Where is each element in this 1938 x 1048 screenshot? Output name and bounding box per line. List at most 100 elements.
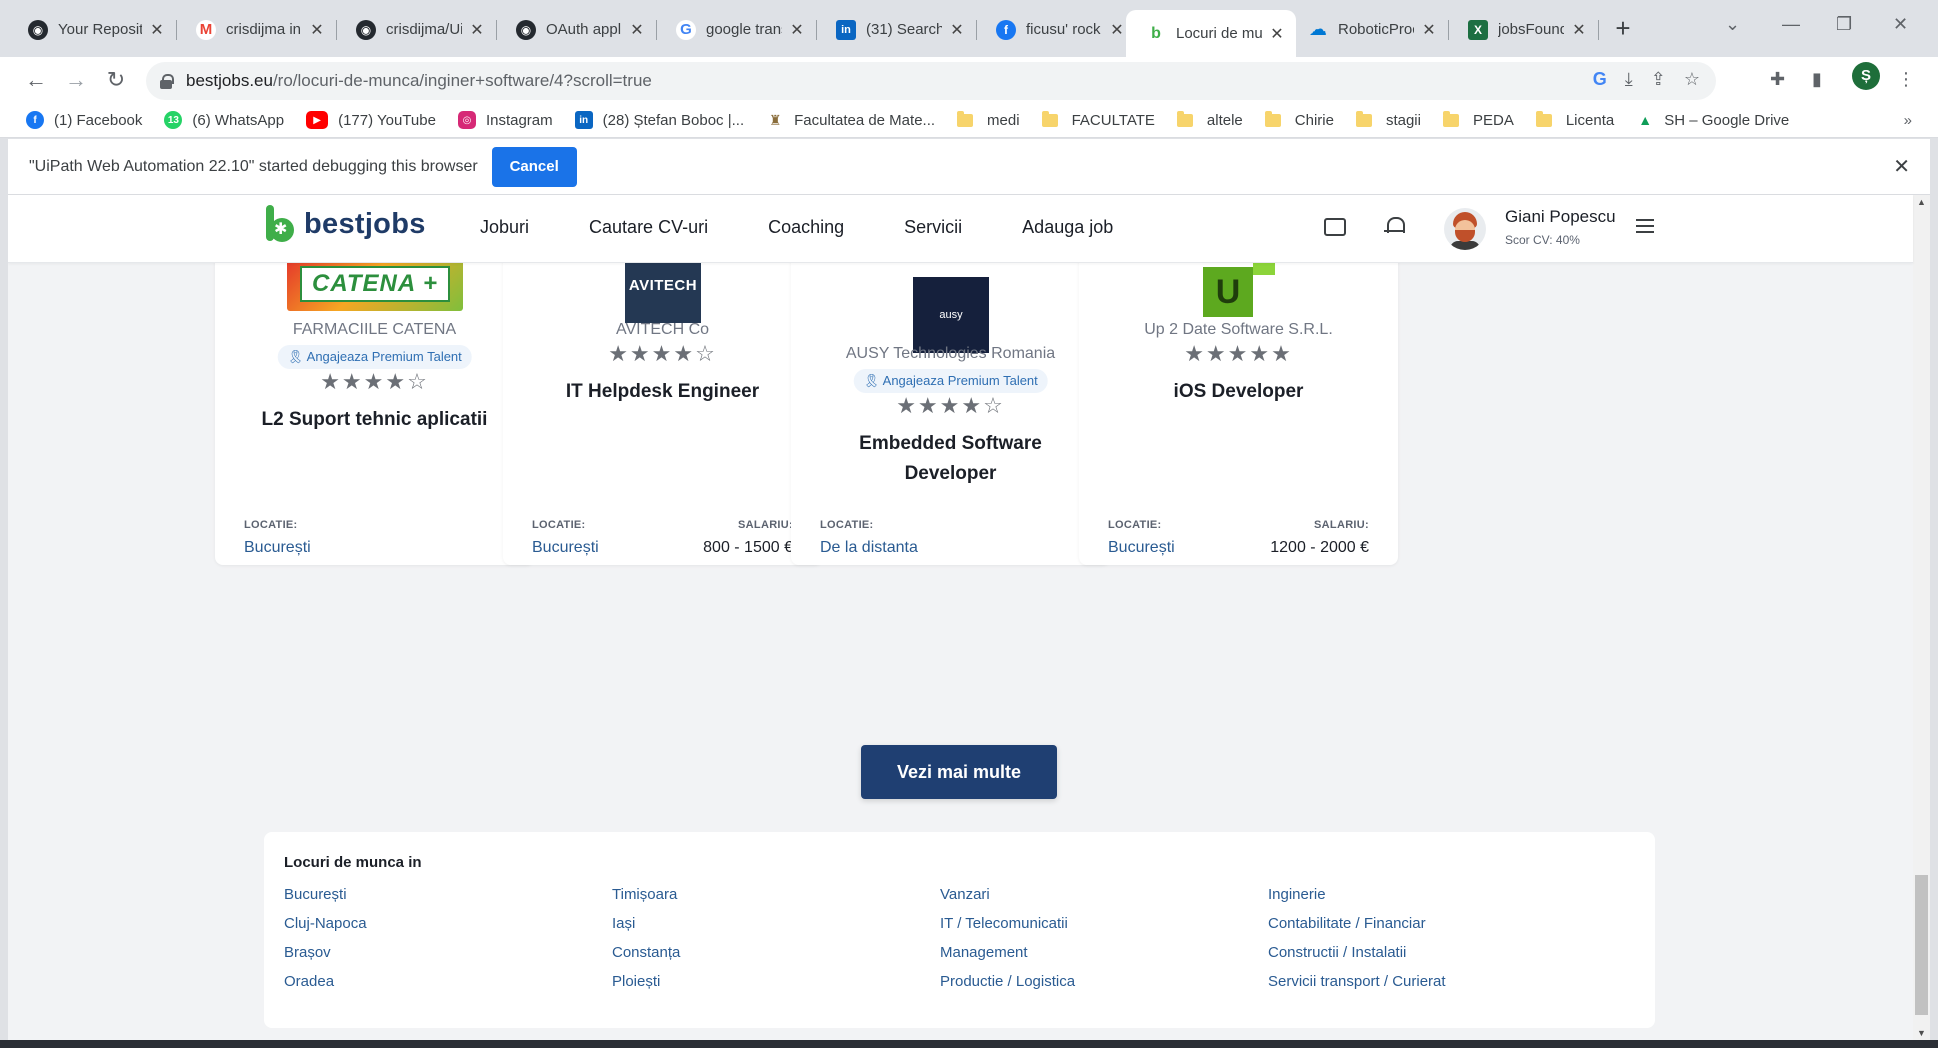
tab-7-active[interactable]: bLocuri de munca✕ [1126,10,1296,57]
bestjobs-logo[interactable]: bestjobs [264,205,426,243]
tab-3[interactable]: ◉OAuth application✕ [496,10,656,49]
cancel-debugging-button[interactable]: Cancel [491,146,577,187]
job-title[interactable]: iOS Developer [1079,377,1398,407]
bookmark-youtube[interactable]: ▶ (177) YouTube [306,111,436,129]
category-link[interactable]: Constructii / Instalatii [1268,944,1446,961]
category-link[interactable]: Management [940,944,1075,961]
bookmark-folder-altele[interactable]: altele [1176,110,1243,129]
category-link[interactable]: Productie / Logistica [940,973,1075,990]
scroll-down-icon[interactable]: ▼ [1917,1028,1926,1038]
address-bar[interactable]: bestjobs.eu/ro/locuri-de-munca/inginer+s… [146,62,1716,100]
job-title[interactable]: IT Helpdesk Engineer [503,377,822,407]
bookmark-linkedin[interactable]: in (28) Ștefan Boboc |... [574,111,744,129]
tab-5[interactable]: in (31) Search ✕ [816,10,976,49]
tab-2[interactable]: ◉crisdijma/UiPath✕ [336,10,496,49]
close-tab-icon[interactable]: ✕ [308,20,326,40]
company-name[interactable]: AVITECH Co [503,321,822,339]
bookmark-folder-stagii[interactable]: stagii [1355,110,1421,129]
company-name[interactable]: AUSY Technologies Romania [791,345,1110,363]
bookmark-folder-chirie[interactable]: Chirie [1264,110,1334,129]
location-block: LOCATIE: București [532,519,599,556]
bookmark-star-icon[interactable]: ☆ [1684,69,1700,90]
nav-joburi[interactable]: Joburi [480,217,529,238]
url-text[interactable]: bestjobs.eu/ro/locuri-de-munca/inginer+s… [186,71,652,91]
page-scrollbar[interactable]: ▲ ▼ [1913,195,1930,1040]
bell-icon[interactable] [1384,215,1406,237]
browser-menu-icon[interactable]: ⋮ [1897,69,1915,90]
lock-icon[interactable] [160,74,174,89]
nav-cautare-cv[interactable]: Cautare CV-uri [589,217,708,238]
tab-8[interactable]: ☁RoboticProcess✕ [1288,10,1448,49]
tab-1[interactable]: Mcrisdijma in ✕ [176,10,336,49]
see-more-button[interactable]: Vezi mai multe [861,745,1057,799]
bookmark-instagram[interactable]: ◎ Instagram [457,111,553,129]
nav-coaching[interactable]: Coaching [768,217,844,238]
bookmark-folder-peda[interactable]: PEDA [1442,110,1514,129]
category-link[interactable]: Inginerie [1268,886,1446,903]
close-tab-icon[interactable]: ✕ [1420,20,1438,40]
close-tab-icon[interactable]: ✕ [1570,20,1588,40]
close-tab-icon[interactable]: ✕ [148,20,166,40]
close-tab-icon[interactable]: ✕ [788,20,806,40]
nav-adauga-job[interactable]: Adauga job [1022,217,1113,238]
close-icon[interactable]: ✕ [1893,154,1910,179]
category-link[interactable]: IT / Telecomunicatii [940,915,1075,932]
bookmark-facultatea[interactable]: ♜ Facultatea de Mate... [766,111,935,129]
tab-6[interactable]: f ficusu' rock ✕ [976,10,1136,49]
bookmark-facebook[interactable]: f (1) Facebook [26,111,142,129]
back-arrow-icon[interactable]: ← [21,65,51,95]
job-title[interactable]: L2 Suport tehnic aplicatii [215,405,534,435]
city-link[interactable]: Iași [612,915,680,932]
user-name[interactable]: Giani Popescu [1505,207,1616,227]
city-link[interactable]: Ploiești [612,973,680,990]
restore-button[interactable]: ❐ [1836,14,1852,35]
medal-icon: 🎗 [863,373,880,388]
profile-avatar[interactable]: Ș [1852,62,1880,90]
close-tab-icon[interactable]: ✕ [468,20,486,40]
new-tab-button[interactable]: + [1608,14,1638,44]
close-tab-icon[interactable]: ✕ [948,20,966,40]
bookmark-folder-medi[interactable]: medi [957,110,1020,129]
bookmark-folder-facultate[interactable]: FACULTATE [1041,110,1155,129]
city-link[interactable]: Brașov [284,944,367,961]
scrollbar-thumb[interactable] [1915,875,1928,1015]
bookmark-whatsapp[interactable]: 13 (6) WhatsApp [164,111,284,129]
side-panel-icon[interactable]: ▮ [1812,69,1822,90]
close-tab-icon[interactable]: ✕ [1108,20,1126,40]
hamburger-menu-icon[interactable] [1636,219,1654,233]
close-tab-icon[interactable]: ✕ [628,20,646,40]
tab-0[interactable]: ◉Your Repositories✕ [8,10,176,49]
category-link[interactable]: Vanzari [940,886,1075,903]
city-link[interactable]: Timișoara [612,886,680,903]
rating-stars: ★★★★★ [1184,341,1293,366]
close-tab-icon[interactable]: ✕ [1268,24,1286,44]
minimize-button[interactable]: — [1782,14,1800,35]
city-link[interactable]: București [284,886,367,903]
forward-arrow-icon[interactable]: → [61,65,91,95]
chat-icon[interactable] [1324,218,1346,236]
bookmark-google-drive[interactable]: ▲ SH – Google Drive [1636,111,1789,129]
nav-servicii[interactable]: Servicii [904,217,962,238]
close-window-button[interactable]: ✕ [1893,14,1908,35]
company-name[interactable]: Up 2 Date Software S.R.L. [1079,321,1398,339]
tab-4[interactable]: Ggoogle translate✕ [656,10,816,49]
reload-icon[interactable]: ↻ [101,65,131,95]
tab-search-icon[interactable]: ⌄ [1725,14,1740,35]
city-link[interactable]: Oradea [284,973,367,990]
city-link[interactable]: Cluj-Napoca [284,915,367,932]
avatar[interactable] [1444,208,1486,250]
scroll-up-icon[interactable]: ▲ [1917,197,1926,207]
city-link[interactable]: Constanța [612,944,680,961]
google-lens-icon[interactable]: G [1593,69,1607,90]
tab-9[interactable]: XjobsFound.xlsx✕ [1448,10,1598,49]
category-link[interactable]: Contabilitate / Financiar [1268,915,1446,932]
bookmark-folder-licenta[interactable]: Licenta [1535,110,1614,129]
install-app-icon[interactable]: ⤓ [1625,69,1633,90]
location-value: București [244,539,311,556]
more-bookmarks-icon[interactable]: » [1904,112,1912,129]
category-link[interactable]: Servicii transport / Curierat [1268,973,1446,990]
job-title[interactable]: Embedded Software Developer [791,429,1110,489]
company-name[interactable]: FARMACIILE CATENA [215,321,534,339]
extensions-icon[interactable]: ✚ [1770,69,1785,90]
share-icon[interactable]: ⇪ [1651,69,1666,90]
